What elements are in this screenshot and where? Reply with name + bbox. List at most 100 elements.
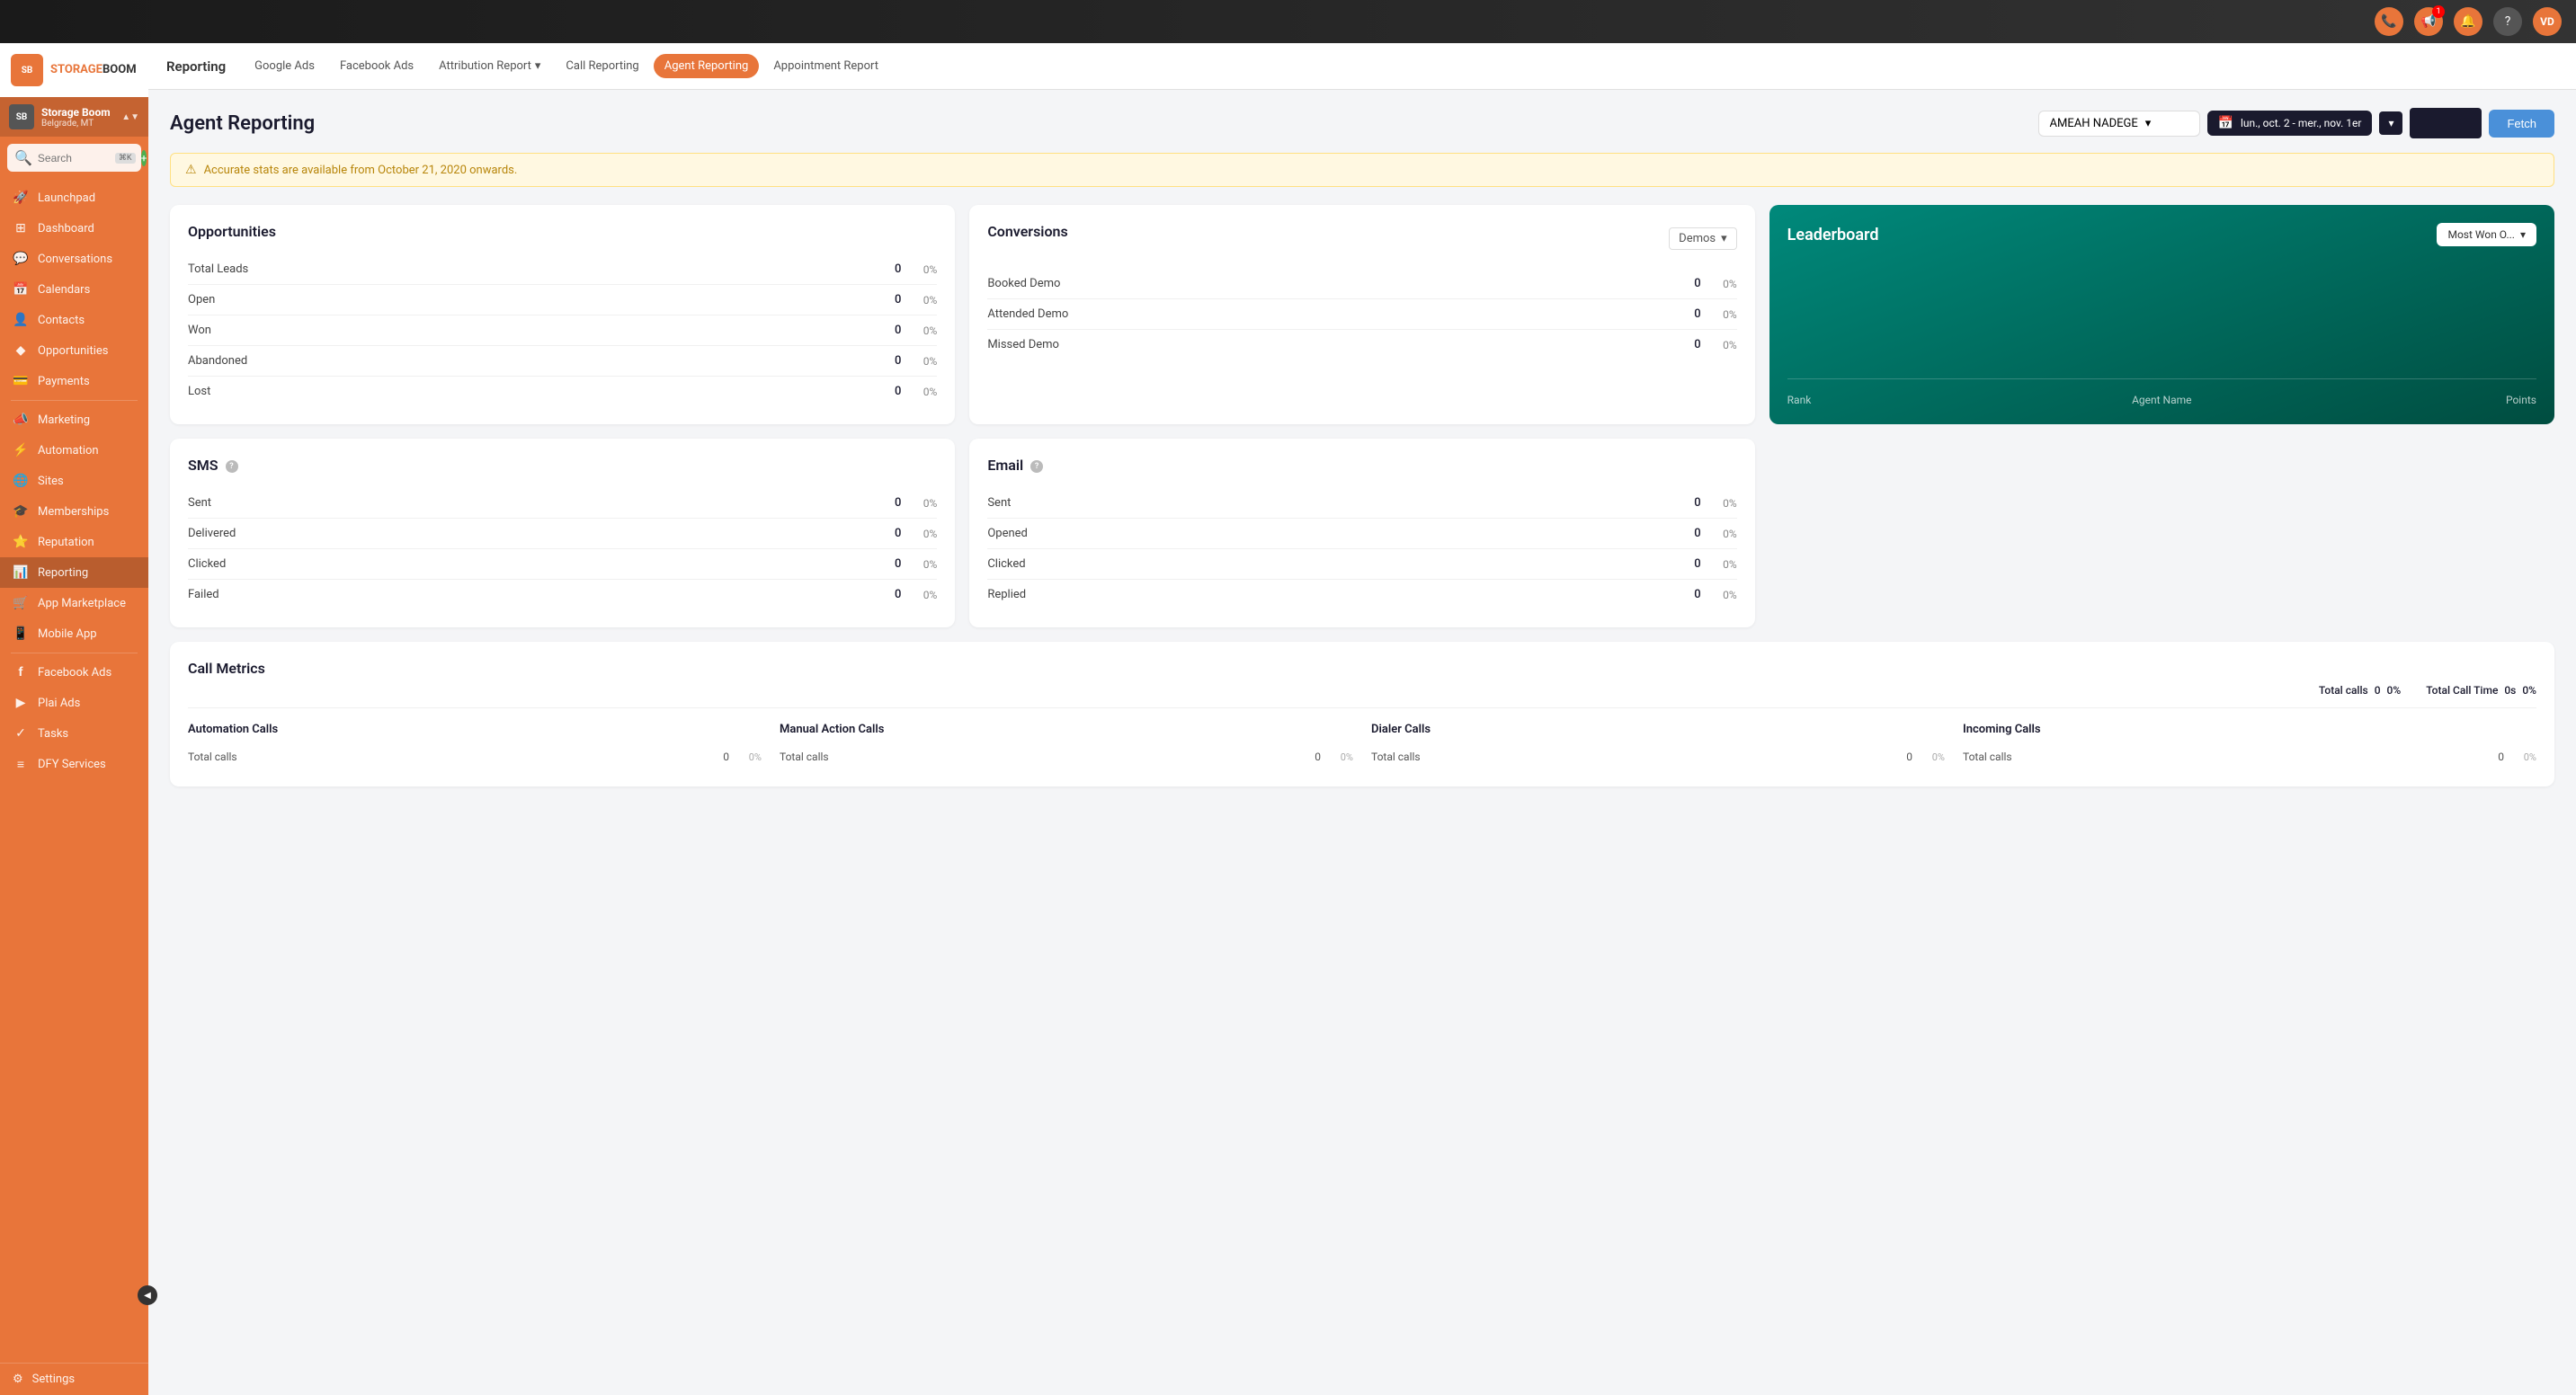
opportunities-card: Opportunities Total Leads 0 0% Open 0 0%… [170, 205, 955, 424]
sidebar-item-reputation[interactable]: ⭐ Reputation [0, 527, 148, 557]
conversions-card: Conversions Demos ▾ Booked Demo 0 0% Att… [969, 205, 1754, 424]
tasks-icon: ✓ [13, 726, 29, 741]
conversions-row-attended-demo: Attended Demo 0 0% [987, 299, 1736, 330]
sidebar-item-label: App Marketplace [38, 597, 126, 610]
date-arrow-button[interactable]: ▾ [2379, 111, 2402, 135]
leaderboard-filter-chevron-icon: ▾ [2520, 228, 2526, 241]
phone-icon[interactable]: 📞 [2375, 7, 2403, 36]
sidebar-item-automation[interactable]: ⚡ Automation [0, 435, 148, 466]
sidebar-nav: 🚀 Launchpad ⊞ Dashboard 💬 Conversations … [0, 179, 148, 1363]
sidebar-item-marketing[interactable]: 📣 Marketing [0, 404, 148, 435]
launchpad-icon: 🚀 [13, 191, 29, 205]
sidebar-item-tasks[interactable]: ✓ Tasks [0, 718, 148, 749]
manual-action-calls-col: Manual Action Calls Total calls 0 0% [780, 723, 1353, 769]
sidebar-item-reporting[interactable]: 📊 Reporting [0, 557, 148, 588]
leaderboard-filter-select[interactable]: Most Won O... ▾ [2437, 223, 2536, 246]
demos-chevron-icon: ▾ [1721, 232, 1727, 245]
agent-select[interactable]: AMEAH NADEGE ▾ [2038, 111, 2200, 137]
demos-select-value: Demos [1679, 232, 1716, 245]
sidebar-item-settings[interactable]: ⚙ Settings [13, 1373, 136, 1386]
sidebar-item-label: Conversations [38, 253, 112, 266]
sidebar-item-label: Automation [38, 444, 99, 458]
sub-nav-item-attribution-report[interactable]: Attribution Report ▾ [428, 54, 551, 78]
megaphone-icon[interactable]: 📢 1 [2414, 7, 2443, 36]
dropdown-chevron-icon: ▾ [535, 59, 541, 73]
sidebar-item-label: Payments [38, 375, 90, 388]
search-input[interactable] [38, 152, 110, 164]
sidebar-item-contacts[interactable]: 👤 Contacts [0, 305, 148, 335]
leaderboard-header: Leaderboard Most Won O... ▾ [1787, 223, 2536, 246]
calendar-icon: 📅 [2218, 116, 2233, 130]
color-selector[interactable] [2410, 108, 2482, 138]
sidebar-item-conversations[interactable]: 💬 Conversations [0, 244, 148, 274]
plai-ads-icon: ▶ [13, 696, 29, 710]
search-shortcut: ⌘K [115, 153, 136, 164]
sidebar-item-launchpad[interactable]: 🚀 Launchpad [0, 182, 148, 213]
sidebar-item-memberships[interactable]: 🎓 Memberships [0, 496, 148, 527]
opportunities-row-abandoned: Abandoned 0 0% [188, 346, 937, 377]
user-avatar[interactable]: VD [2533, 7, 2562, 36]
incoming-calls-col: Incoming Calls Total calls 0 0% [1963, 723, 2536, 769]
demos-select[interactable]: Demos ▾ [1669, 227, 1736, 250]
memberships-icon: 🎓 [13, 504, 29, 519]
topbar: 📞 📢 1 🔔 ? VD [0, 0, 2576, 43]
sidebar-item-dfy-services[interactable]: ≡ DFY Services [0, 749, 148, 780]
call-metrics-title: Call Metrics [188, 660, 2536, 677]
leaderboard-filter-value: Most Won O... [2447, 228, 2514, 241]
sub-nav: Reporting Google Ads Facebook Ads Attrib… [148, 43, 2576, 90]
sub-nav-title: Reporting [166, 58, 226, 75]
header-controls: AMEAH NADEGE ▾ 📅 lun., oct. 2 - mer., no… [2038, 108, 2554, 138]
conversions-title: Conversions [987, 223, 1067, 240]
email-row-replied: Replied 0 0% [987, 580, 1736, 609]
automation-calls-title: Automation Calls [188, 723, 762, 736]
conversions-header: Conversions Demos ▾ [987, 223, 1736, 254]
sidebar-item-payments[interactable]: 💳 Payments [0, 366, 148, 396]
sidebar-item-app-marketplace[interactable]: 🛒 App Marketplace [0, 588, 148, 618]
sub-nav-item-agent-reporting[interactable]: Agent Reporting [654, 54, 760, 78]
email-help-icon[interactable]: ? [1030, 460, 1043, 473]
sms-help-icon[interactable]: ? [226, 460, 238, 473]
sub-nav-item-google-ads[interactable]: Google Ads [244, 54, 325, 78]
sidebar-item-label: Calendars [38, 283, 90, 297]
help-icon[interactable]: ? [2493, 7, 2522, 36]
megaphone-badge: 1 [2432, 5, 2445, 18]
dfy-services-icon: ≡ [13, 757, 29, 772]
workspace-selector[interactable]: SB Storage Boom Belgrade, MT ▲▼ [0, 97, 148, 137]
sub-nav-item-facebook-ads[interactable]: Facebook Ads [329, 54, 424, 78]
search-add-button[interactable]: + [141, 150, 147, 166]
sidebar-item-label: Contacts [38, 314, 85, 327]
sub-nav-item-call-reporting[interactable]: Call Reporting [555, 54, 649, 78]
sidebar-item-label: Facebook Ads [38, 666, 111, 680]
sidebar-item-label: Memberships [38, 505, 109, 519]
logo-text: STORAGEBOOM [50, 63, 137, 77]
bell-icon[interactable]: 🔔 [2454, 7, 2482, 36]
fetch-button[interactable]: Fetch [2489, 110, 2554, 138]
email-title: Email ? [987, 457, 1736, 474]
date-picker[interactable]: 📅 lun., oct. 2 - mer., nov. 1er [2207, 111, 2373, 136]
email-card: Email ? Sent 0 0% Opened 0 0% Clicked [969, 439, 1754, 627]
sidebar-item-plai-ads[interactable]: ▶ Plai Ads [0, 688, 148, 718]
sidebar-collapse-button[interactable]: ◀ [138, 1285, 157, 1305]
sidebar-item-mobile-app[interactable]: 📱 Mobile App [0, 618, 148, 649]
email-row-opened: Opened 0 0% [987, 519, 1736, 549]
settings-icon: ⚙ [13, 1373, 23, 1386]
sidebar-item-label: Marketing [38, 413, 90, 427]
automation-total-calls-row: Total calls 0 0% [188, 745, 762, 769]
conversions-row-missed-demo: Missed Demo 0 0% [987, 330, 1736, 360]
alert-banner: ⚠ Accurate stats are available from Octo… [170, 153, 2554, 187]
sidebar-item-opportunities[interactable]: ◆ Opportunities [0, 335, 148, 366]
search-bar[interactable]: 🔍 ⌘K + [7, 144, 141, 172]
sidebar-item-sites[interactable]: 🌐 Sites [0, 466, 148, 496]
logo: SB STORAGEBOOM [0, 43, 148, 97]
sidebar-item-label: Opportunities [38, 344, 108, 358]
sidebar-item-label: Reputation [38, 536, 94, 549]
total-calls-pct: 0% [2387, 684, 2402, 697]
sidebar-item-facebook-ads[interactable]: f Facebook Ads [0, 657, 148, 688]
call-metrics-section: Call Metrics Total calls 0 0% Total Call… [170, 642, 2554, 786]
sidebar-item-dashboard[interactable]: ⊞ Dashboard [0, 213, 148, 244]
email-row-clicked: Clicked 0 0% [987, 549, 1736, 580]
sub-nav-item-appointment-report[interactable]: Appointment Report [762, 54, 889, 78]
sms-row-sent: Sent 0 0% [188, 488, 937, 519]
main-layout: SB STORAGEBOOM SB Storage Boom Belgrade,… [0, 43, 2576, 1395]
sidebar-item-calendars[interactable]: 📅 Calendars [0, 274, 148, 305]
